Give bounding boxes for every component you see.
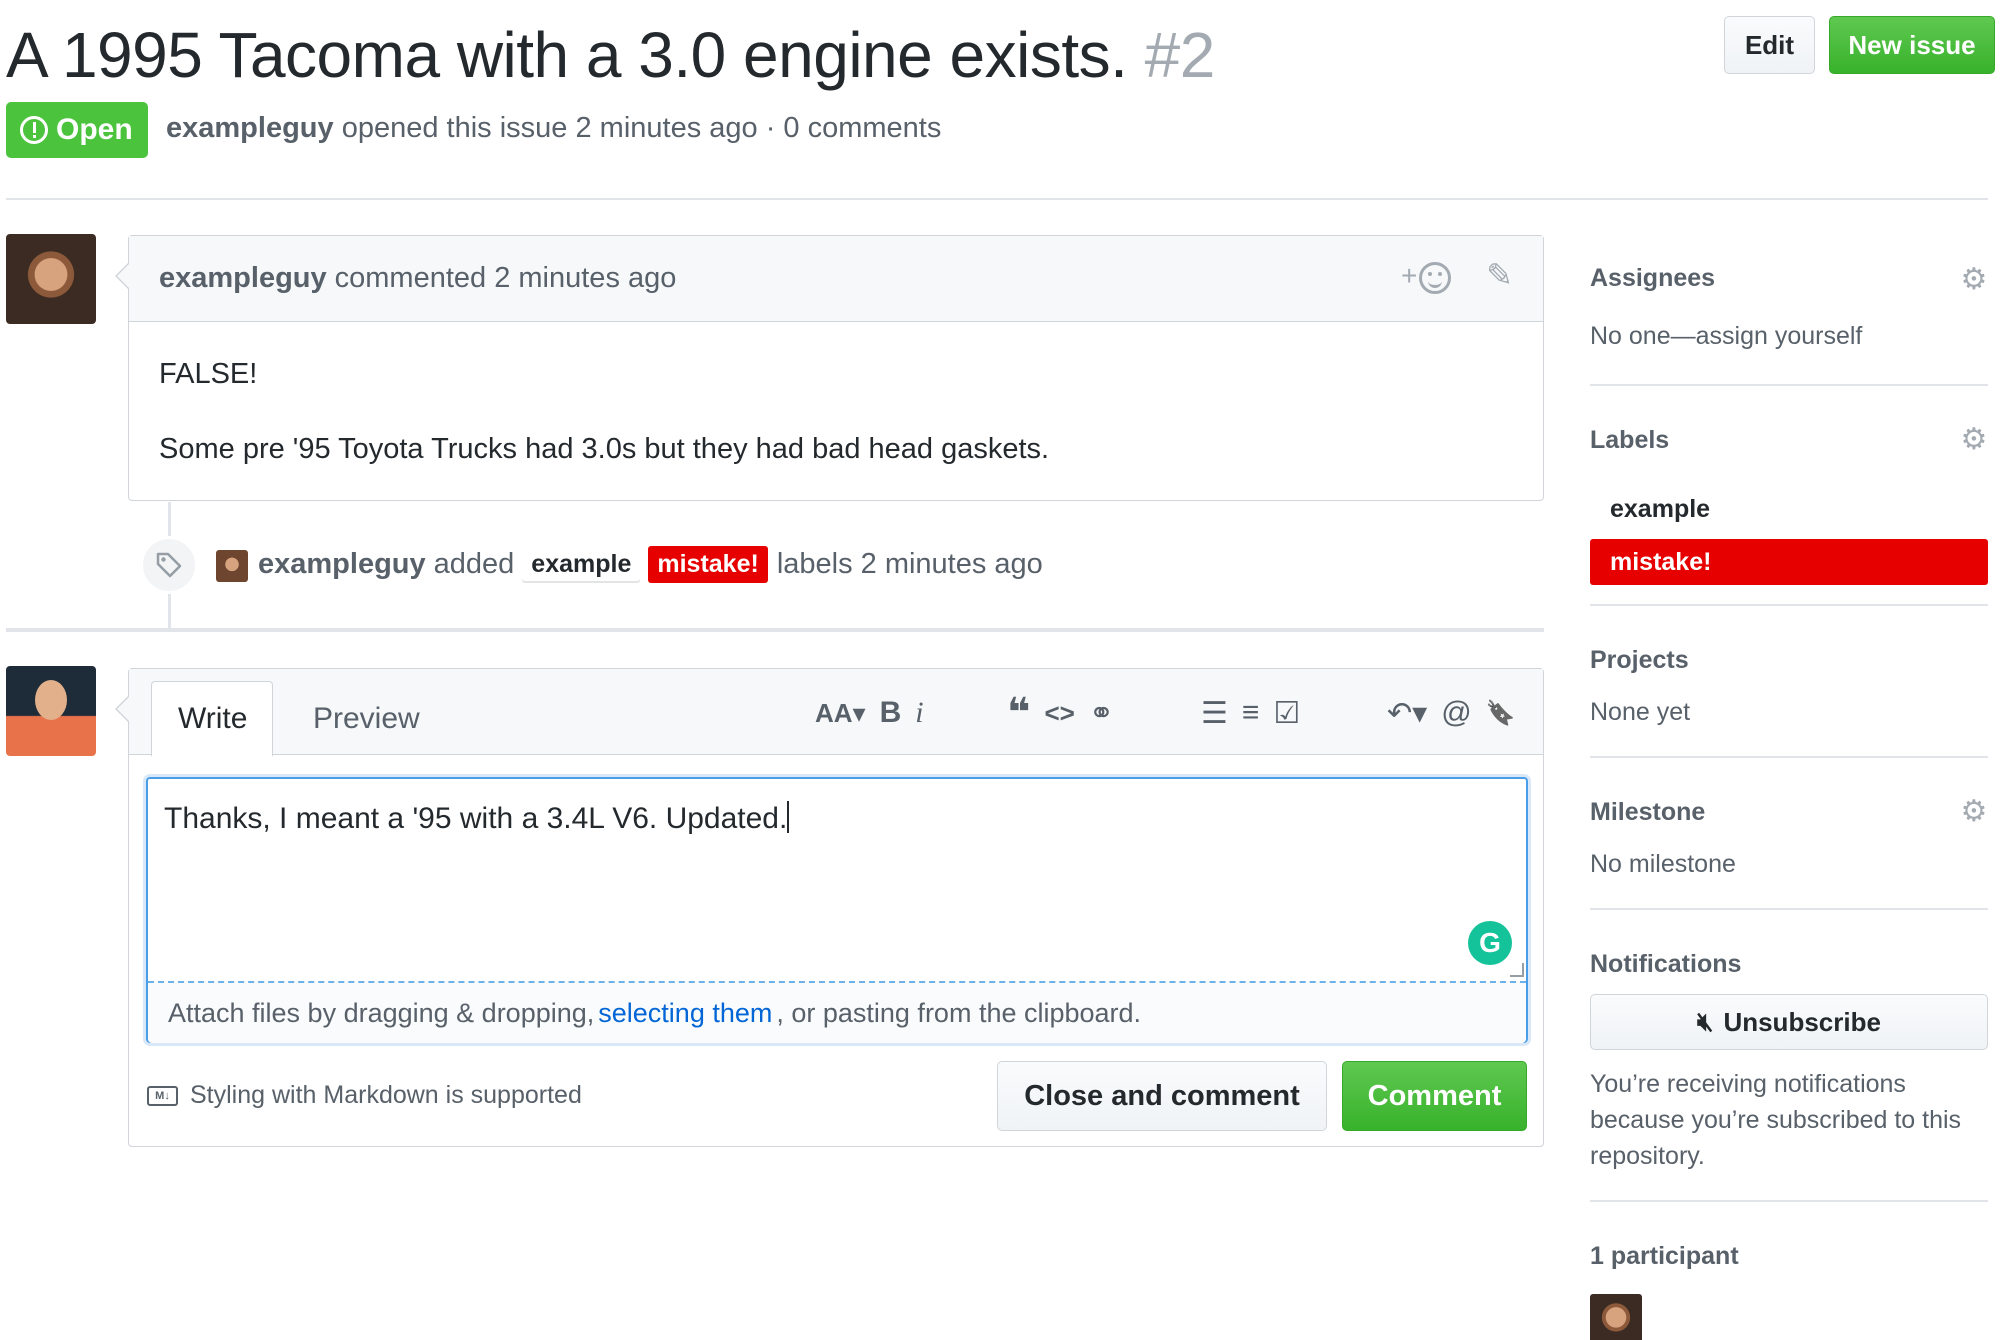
sidebar-projects: Projects None yet: [1590, 606, 1988, 758]
issue-meta-text: exampleguy opened this issue 2 minutes a…: [166, 112, 941, 145]
status-badge-label: Open: [56, 113, 133, 146]
attach-suffix: , or pasting from the clipboard.: [776, 997, 1142, 1028]
mention-icon[interactable]: @: [1441, 691, 1471, 735]
sidebar-label-mistake[interactable]: mistake!: [1590, 539, 1988, 585]
sidebar-participants: 1 participant: [1590, 1202, 1988, 1340]
participants-heading: 1 participant: [1590, 1242, 1739, 1270]
toolbar-insert-group: ❝ <> ⚭: [1007, 691, 1128, 735]
label-mistake[interactable]: mistake!: [648, 546, 768, 583]
milestone-value: No milestone: [1590, 850, 1736, 878]
ordered-list-icon[interactable]: ≡: [1242, 691, 1260, 735]
issue-number: #2: [1144, 19, 1216, 91]
italic-icon[interactable]: i: [915, 691, 923, 735]
notification-reason: You’re receiving notifications because y…: [1590, 1070, 1962, 1170]
issue-title-text: A 1995 Tacoma with a 3.0 engine exists.: [6, 19, 1128, 91]
comment-textarea-wrapper: Thanks, I meant a '95 with a 3.4L V6. Up…: [146, 777, 1528, 1043]
avatar[interactable]: [6, 666, 96, 756]
labels-heading: Labels: [1590, 426, 1670, 454]
comment-body: FALSE! Some pre '95 Toyota Trucks had 3.…: [129, 322, 1543, 544]
task-list-icon[interactable]: ☑: [1273, 691, 1300, 735]
add-reaction-icon[interactable]: +: [1401, 260, 1457, 298]
assign-yourself-link[interactable]: No one—assign yourself: [1590, 322, 1862, 351]
sidebar-labels: Labels ⚙ example mistake!: [1590, 386, 1988, 606]
milestone-heading: Milestone: [1590, 798, 1706, 826]
close-and-comment-button[interactable]: Close and comment: [997, 1061, 1327, 1131]
form-footer: M↓ Styling with Markdown is supported Cl…: [129, 1061, 1543, 1133]
issue-meta-description: opened this issue 2 minutes ago · 0 comm…: [341, 112, 942, 144]
event-suffix: labels 2 minutes ago: [776, 548, 1043, 580]
timeline-divider: [6, 628, 1544, 632]
sidebar-milestone: Milestone ⚙ No milestone: [1590, 758, 1988, 910]
label-example[interactable]: example: [522, 546, 641, 583]
form-header: Write Preview AA▾ B i ❝ <> ⚭ ☰ ≡ ☑ ↶▾ @ …: [129, 669, 1543, 756]
grammarly-icon[interactable]: G: [1468, 921, 1512, 965]
resize-handle[interactable]: [1510, 963, 1524, 977]
quote-icon[interactable]: ❝: [1007, 691, 1030, 735]
issue-header: A 1995 Tacoma with a 3.0 engine exists. …: [6, 8, 1996, 98]
gear-icon[interactable]: ⚙: [1960, 265, 1988, 295]
unsubscribe-button[interactable]: 🔇︎ Unsubscribe: [1590, 994, 1988, 1050]
saved-reply-icon[interactable]: 🔖: [1486, 691, 1516, 735]
sidebar-label-example[interactable]: example: [1590, 486, 1988, 532]
issue-sidebar: Assignees ⚙ No one—assign yourself Label…: [1590, 236, 1988, 1340]
markdown-note[interactable]: M↓ Styling with Markdown is supported: [147, 1081, 582, 1110]
header-divider: [6, 198, 1988, 200]
pencil-icon[interactable]: ✎: [1486, 256, 1513, 294]
markdown-note-text: Styling with Markdown is supported: [190, 1081, 582, 1109]
sidebar-assignees: Assignees ⚙ No one—assign yourself: [1590, 236, 1988, 386]
issue-meta: Open exampleguy opened this issue 2 minu…: [6, 102, 1206, 158]
attach-prefix: Attach files by dragging & dropping,: [168, 997, 595, 1028]
participant-avatar[interactable]: [1590, 1294, 1642, 1340]
comment-timestamp[interactable]: commented 2 minutes ago: [335, 262, 677, 295]
comment-textarea[interactable]: Thanks, I meant a '95 with a 3.4L V6. Up…: [148, 779, 1526, 979]
mute-icon: 🔇︎: [1697, 1006, 1714, 1036]
projects-value: None yet: [1590, 698, 1691, 726]
link-icon[interactable]: ⚭: [1089, 691, 1114, 735]
event-author-link[interactable]: exampleguy: [258, 548, 426, 581]
text-caret: [787, 801, 790, 833]
timeline-event: exampleguy added example mistake! labels…: [140, 536, 1440, 596]
edit-button[interactable]: Edit: [1724, 16, 1815, 74]
new-comment-form: Write Preview AA▾ B i ❝ <> ⚭ ☰ ≡ ☑ ↶▾ @ …: [128, 668, 1544, 1147]
notifications-heading: Notifications: [1590, 950, 1742, 978]
comment-card: exampleguy commented 2 minutes ago + ✎ F…: [128, 235, 1544, 501]
toolbar-misc-group: ↶▾ @ 🔖: [1387, 691, 1530, 735]
comment-paragraph: Some pre '95 Toyota Trucks had 3.0s but …: [159, 433, 1050, 465]
unordered-list-icon[interactable]: ☰: [1201, 691, 1228, 735]
page-title: A 1995 Tacoma with a 3.0 engine exists. …: [6, 18, 1215, 92]
reply-icon[interactable]: ↶▾: [1387, 691, 1427, 735]
comment-author-link[interactable]: exampleguy: [159, 262, 327, 295]
textarea-value: Thanks, I meant a '95 with a 3.4L V6. Up…: [164, 802, 788, 835]
tab-write[interactable]: Write: [151, 681, 273, 756]
assignees-heading: Assignees: [1590, 264, 1716, 292]
issue-opened-icon: [20, 116, 48, 144]
markdown-icon: M↓: [147, 1085, 178, 1106]
tab-preview[interactable]: Preview: [287, 681, 446, 756]
comment-paragraph: FALSE!: [159, 358, 258, 390]
header-icon[interactable]: AA▾: [815, 691, 866, 735]
comment-pointer-fill: [117, 264, 129, 288]
unsubscribe-label: Unsubscribe: [1723, 1006, 1881, 1037]
toolbar-text-group: AA▾ B i: [815, 691, 938, 735]
code-icon[interactable]: <>: [1044, 691, 1074, 735]
comment-button[interactable]: Comment: [1342, 1061, 1527, 1131]
bold-icon[interactable]: B: [880, 691, 902, 735]
file-attach-bar[interactable]: Attach files by dragging & dropping, sel…: [148, 981, 1526, 1043]
event-text: exampleguy added example mistake! labels…: [258, 546, 1043, 583]
sidebar-notifications: Notifications 🔇︎ Unsubscribe You’re rece…: [1590, 910, 1988, 1202]
select-files-link[interactable]: selecting them: [598, 998, 772, 1029]
gear-icon[interactable]: ⚙: [1960, 797, 1988, 827]
tag-icon: [140, 536, 198, 594]
event-verb: added: [433, 548, 515, 580]
avatar[interactable]: [6, 234, 96, 324]
gear-icon[interactable]: ⚙: [1960, 425, 1988, 455]
issue-author-link[interactable]: exampleguy: [166, 112, 334, 144]
toolbar-list-group: ☰ ≡ ☑: [1201, 691, 1314, 735]
status-badge: Open: [6, 102, 148, 158]
new-issue-button[interactable]: New issue: [1829, 16, 1995, 74]
form-pointer-fill: [117, 697, 129, 721]
comment-header: exampleguy commented 2 minutes ago + ✎: [129, 236, 1543, 322]
projects-heading: Projects: [1590, 646, 1689, 674]
event-avatar[interactable]: [216, 550, 248, 582]
